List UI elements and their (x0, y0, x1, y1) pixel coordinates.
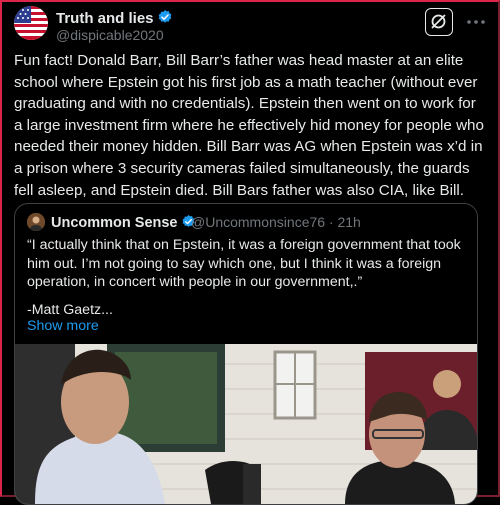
verified-badge-icon (157, 9, 173, 29)
quote-text: “I actually think that on Epstein, it wa… (27, 237, 461, 291)
grok-icon (431, 14, 446, 29)
quoted-tweet[interactable]: Uncommon Sense @Uncommonsince76 · 21h “I… (14, 203, 478, 505)
author-avatar[interactable] (14, 6, 48, 40)
author-handle[interactable]: @dispicable2020 (56, 27, 164, 43)
show-more-link[interactable]: Show more (27, 318, 99, 334)
quote-signature: -Matt Gaetz... (27, 302, 113, 318)
quote-handle-time[interactable]: @Uncommonsince76 · 21h (191, 214, 361, 230)
author-display-name[interactable]: Truth and lies (56, 9, 173, 29)
grok-button[interactable] (425, 8, 453, 36)
quote-author-avatar[interactable] (27, 213, 45, 231)
more-options-icon (467, 20, 485, 24)
tweet-text: Fun fact! Donald Barr, Bill Barr’s fathe… (14, 52, 484, 199)
more-options-button[interactable] (464, 8, 488, 36)
quote-video-still[interactable] (15, 344, 477, 504)
quote-author-display-name[interactable]: Uncommon Sense (51, 214, 196, 233)
